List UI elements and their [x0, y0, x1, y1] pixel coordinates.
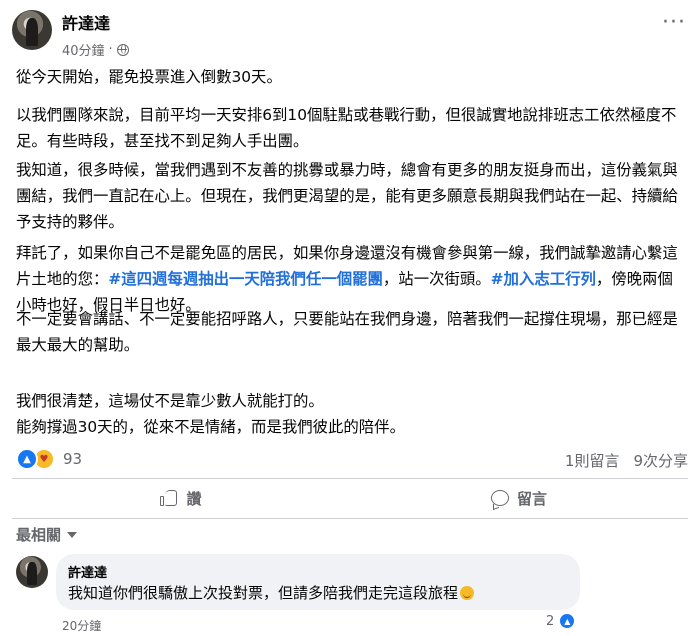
share-count[interactable]: 9次分享: [633, 450, 688, 471]
comment-count[interactable]: 1則留言: [565, 450, 620, 471]
pleading-face-emoji-icon: [460, 586, 475, 600]
more-options-icon[interactable]: ···: [662, 12, 686, 34]
comment-text: 我知道你們很驕傲上次投對票，但請多陪我們走完這段旅程: [68, 582, 475, 603]
like-button[interactable]: 讚: [12, 480, 350, 516]
globe-icon: [116, 43, 129, 56]
like-label: 讚: [186, 489, 202, 508]
post-paragraph-6: 我們很清楚，這場仗不是靠少數人就能打的。 能夠撐過30天的，從來不是情緒，而是我…: [16, 388, 688, 440]
comment-text-content: 我知道你們很驕傲上次投對票，但請多陪我們走完這段旅程: [68, 584, 459, 602]
p6-line-1: 我們很清楚，這場仗不是靠少數人就能打的。: [16, 392, 324, 410]
hashtag-link-1[interactable]: #這四週每週抽出一天陪我們任一個罷團: [108, 270, 383, 288]
like-reaction-icon: ▲: [558, 612, 577, 630]
comment-reactions[interactable]: 2 ▲: [546, 612, 577, 630]
comment-bubble-icon: [490, 490, 509, 506]
sort-label: 最相關: [16, 526, 62, 544]
meta-separator: ·: [108, 42, 113, 57]
reaction-summary[interactable]: ▲ ♥ 93: [16, 448, 82, 470]
comment-author-name[interactable]: 許達達: [68, 562, 107, 581]
comment-reaction-count: 2: [546, 613, 555, 629]
comment-time[interactable]: 20分鐘: [62, 617, 101, 634]
post-paragraph-5: 不一定要會講話、不一定要能招呼路人，只要能站在我們身邊，陪著我們一起撐住現場，那…: [16, 310, 678, 354]
post-paragraph-1: 從今天開始，罷免投票進入倒數30天。: [16, 68, 282, 86]
thumbs-up-icon: [160, 489, 178, 507]
like-reaction-icon: ▲: [16, 448, 38, 470]
post-time[interactable]: 40分鐘: [62, 40, 105, 59]
commenter-avatar[interactable]: [16, 556, 48, 588]
comment-label: 留言: [516, 489, 547, 508]
post-paragraph-2: 以我們團隊來說，目前平均一天安排6到10個駐點或巷戰行動，但很誠實地說排班志工依…: [16, 106, 677, 150]
p6-line-2: 能夠撐過30天的，從來不是情緒，而是我們彼此的陪伴。: [16, 418, 405, 436]
post-paragraph-3: 我知道，很多時候，當我們遇到不友善的挑釁或暴力時，總會有更多的朋友挺身而出，這份…: [16, 161, 678, 231]
engagement-counts: 1則留言 9次分享: [565, 450, 688, 471]
post-meta: 40分鐘 ·: [62, 40, 129, 59]
divider: [12, 478, 688, 479]
p4-text-b: ，站一次街頭。: [382, 270, 491, 288]
hashtag-link-2[interactable]: #加入志工行列: [491, 270, 596, 288]
comment-sort-dropdown[interactable]: 最相關: [16, 524, 78, 545]
post-author-name[interactable]: 許達達: [62, 10, 110, 34]
comment-button[interactable]: 留言: [350, 480, 688, 516]
author-avatar[interactable]: [12, 10, 52, 50]
chevron-down-icon: [67, 531, 78, 538]
divider: [12, 518, 688, 519]
reaction-count: 93: [63, 450, 83, 468]
